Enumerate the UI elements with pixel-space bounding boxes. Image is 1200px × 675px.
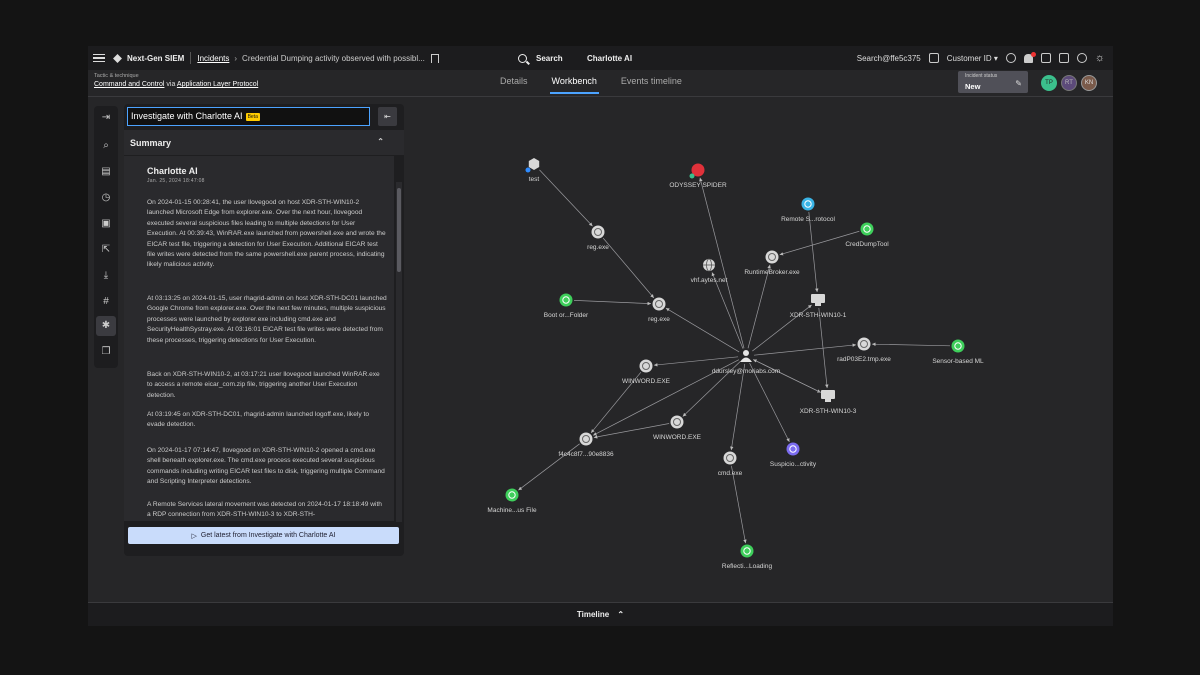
send-icon: ▷	[191, 532, 197, 540]
chevron-up-icon: ⌃	[617, 610, 625, 619]
scrollbar-thumb[interactable]	[397, 188, 401, 272]
graph-node-machine[interactable]: Machine...us File	[487, 488, 537, 515]
graph-edge	[808, 211, 819, 293]
graph-node-regexe2[interactable]: reg.exe	[648, 297, 670, 324]
graph-node-label: Suspicio...ctivity	[770, 461, 817, 468]
graph-node-test[interactable]: test	[525, 158, 540, 183]
summary-paragraph: A Remote Services lateral movement was d…	[147, 501, 382, 519]
graph-edge	[539, 169, 593, 227]
summary-paragraph: Back on XDR-STH-WIN10-2, at 03:17:21 use…	[147, 371, 380, 399]
summary-paragraph: At 03:13:25 on 2024-01-15, user rhagrid-…	[147, 295, 387, 344]
graph-edge	[602, 237, 655, 299]
graph-icon[interactable]: ✱	[96, 316, 116, 336]
summary-paragraph: On 2024-01-15 00:28:41, the user llovego…	[147, 199, 386, 269]
graph-node-label: vhf.aytes.net	[691, 277, 728, 284]
summary-content: Charlotte AI Jan. 25, 2024 18:47:08 On 2…	[124, 156, 394, 521]
export-icon[interactable]: ⇱	[100, 244, 112, 256]
graph-node-odyssey[interactable]: ODYSSEY SPIDER	[669, 163, 727, 190]
graph-node-remote[interactable]: Remote S...rotocol	[781, 197, 835, 224]
graph-node-creddump[interactable]: CredDumpTool	[845, 222, 889, 249]
get-latest-button[interactable]: ▷ Get latest from Investigate with Charl…	[128, 527, 399, 544]
timeline-label: Timeline	[576, 610, 610, 619]
summary-scrollbar[interactable]	[396, 182, 402, 522]
graph-node-label: cmd.exe	[718, 470, 743, 477]
graph-node-runtime[interactable]: RuntimeBroker.exe	[744, 250, 800, 277]
graph-edge	[665, 307, 740, 353]
charlotte-title: Charlotte AI	[147, 166, 198, 176]
graph-node-label: radP03E2.tmp.exe	[837, 356, 891, 363]
graph-node-label: ddursley@moriabs.com	[712, 368, 780, 375]
timeline-toggle[interactable]: Timeline ⌃	[88, 602, 1113, 626]
graph-edge	[730, 363, 746, 451]
workbench-sidebar: ⇥ ⌕ ▤ ◷ ▣ ⇱ ⤓ # ✱ ❐	[94, 106, 118, 368]
graph-edge	[753, 343, 857, 356]
summary-header[interactable]: Summary ⌃	[124, 130, 404, 155]
graph-node-reflect[interactable]: Reflecti...Loading	[722, 544, 773, 571]
graph-node-cmd[interactable]: cmd.exe	[718, 451, 743, 478]
graph-node-boot[interactable]: Boot or...Folder	[544, 293, 589, 320]
graph-node-label: Remote S...rotocol	[781, 216, 835, 223]
search-icon[interactable]: ⌕	[100, 140, 112, 152]
charlotte-input-value: Investigate with Charlotte AI	[131, 111, 243, 121]
graph-node-regexe1[interactable]: reg.exe	[587, 225, 609, 252]
graph-node-f4c4[interactable]: f4c4c8f7...90e8836	[558, 432, 614, 459]
graph-node-label: f4c4c8f7...90e8836	[558, 451, 614, 458]
graph-node-label: ODYSSEY SPIDER	[669, 182, 727, 189]
graph-edge	[731, 465, 747, 544]
graph-node-label: CredDumpTool	[845, 241, 889, 248]
graph-edge	[871, 342, 951, 347]
copy-icon[interactable]: ❐	[100, 346, 112, 358]
graph-node-label: XDR-STH-WIN10-3	[800, 408, 857, 415]
chevron-up-icon[interactable]: ⌃	[377, 137, 384, 146]
app-frame: Next-Gen SIEM Incidents › Credential Dum…	[88, 46, 1113, 626]
graph-node-label: Reflecti...Loading	[722, 563, 773, 570]
charlotte-input[interactable]: Investigate with Charlotte AI Beta	[127, 107, 370, 126]
graph-node-xdr3[interactable]: XDR-STH-WIN10-3	[800, 390, 857, 415]
summary-title: Summary	[130, 138, 172, 148]
graph-node-label: WINWORD.EXE	[653, 434, 702, 441]
graph-edge	[747, 264, 771, 349]
grid-icon[interactable]: #	[100, 296, 112, 308]
graph-node-label: Sensor-based ML	[932, 358, 984, 365]
graph-node-label: reg.exe	[587, 244, 609, 251]
graph-node-radp[interactable]: radP03E2.tmp.exe	[837, 337, 891, 364]
beta-badge: Beta	[245, 112, 260, 121]
graph-node-label: Machine...us File	[487, 507, 537, 514]
graph-node-suspicio[interactable]: Suspicio...ctivity	[770, 442, 817, 469]
history-icon[interactable]: ◷	[100, 192, 112, 204]
collapse-panel-button[interactable]: ⇤	[378, 107, 397, 126]
summary-paragraph: At 03:19:45 on XDR-STH-DC01, rhagrid-adm…	[147, 411, 369, 429]
summary-paragraph: On 2024-01-17 07:14:47, llovegood on XDR…	[147, 447, 385, 486]
summary-date: Jan. 25, 2024 18:47:08	[147, 178, 205, 184]
graph-node-label: Boot or...Folder	[544, 312, 589, 319]
graph-edge	[573, 299, 652, 306]
get-latest-label: Get latest from Investigate with Charlot…	[200, 532, 336, 539]
graph-node-label: WINWORD.EXE	[622, 378, 671, 385]
download-icon[interactable]: ⤓	[100, 270, 112, 282]
graph-node-label: test	[529, 176, 540, 183]
graph-node-sensor[interactable]: Sensor-based ML	[932, 339, 984, 366]
charlotte-ai-panel: Investigate with Charlotte AI Beta ⇤ Summ…	[124, 104, 404, 556]
graph-node-xdr1[interactable]: XDR-STH-WIN10-1	[790, 294, 847, 319]
graph-node-label: XDR-STH-WIN10-1	[790, 312, 847, 319]
graph-node-label: reg.exe	[648, 316, 670, 323]
graph-node-label: RuntimeBroker.exe	[744, 269, 800, 276]
graph-edge	[653, 356, 739, 367]
image-icon[interactable]: ▣	[100, 218, 112, 230]
graph-edge	[753, 359, 821, 393]
graph-node-winword2[interactable]: WINWORD.EXE	[653, 415, 702, 442]
documents-icon[interactable]: ▤	[100, 166, 112, 178]
graph-node-winword1[interactable]: WINWORD.EXE	[622, 359, 671, 386]
panel-icon[interactable]: ⇥	[100, 112, 112, 124]
